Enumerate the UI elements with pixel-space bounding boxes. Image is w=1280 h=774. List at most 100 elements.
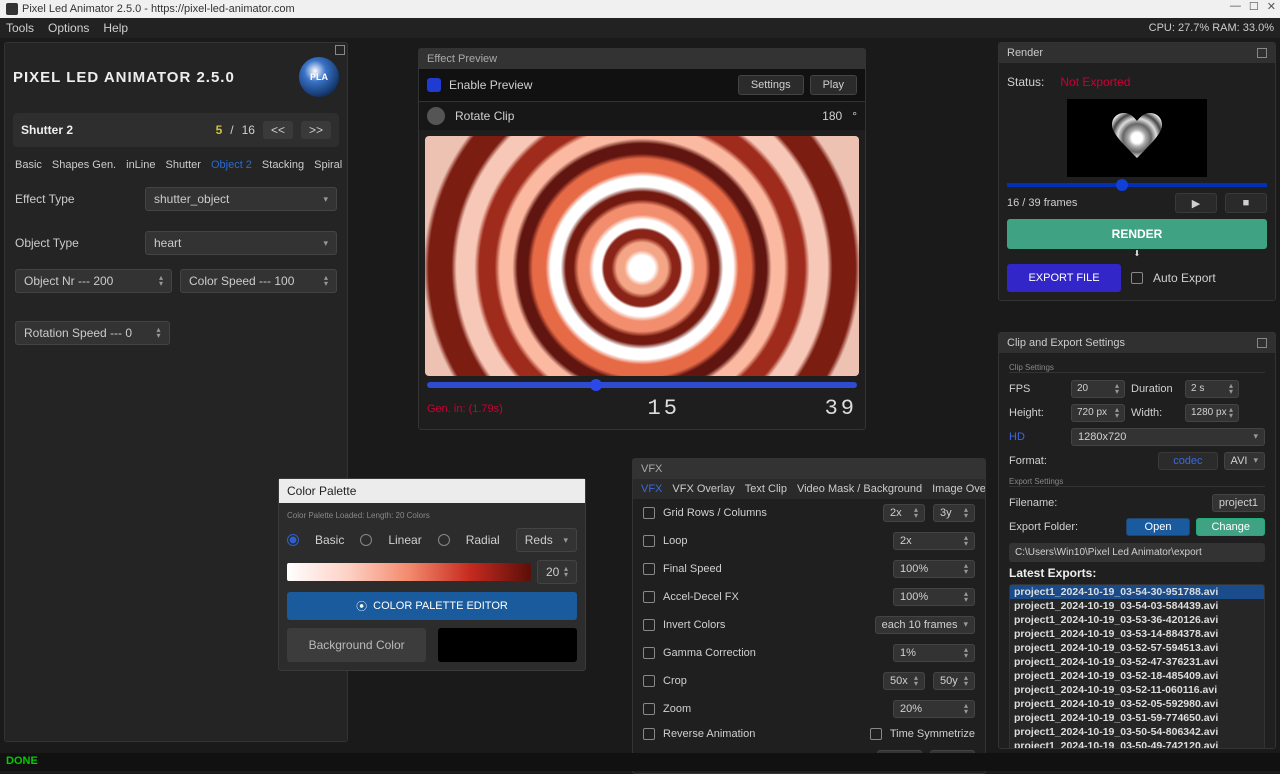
- gamma-checkbox[interactable]: [643, 647, 655, 659]
- crop-x-spinner[interactable]: 50x: [883, 672, 925, 690]
- crop-checkbox[interactable]: [643, 675, 655, 687]
- object-nr-spinner[interactable]: Object Nr --- 200: [15, 269, 172, 293]
- export-item[interactable]: project1_2024-10-19_03-54-03-584439.avi: [1010, 599, 1264, 613]
- color-speed-spinner[interactable]: Color Speed --- 100: [180, 269, 337, 293]
- menu-help[interactable]: Help: [103, 21, 128, 35]
- export-item[interactable]: project1_2024-10-19_03-52-57-594513.avi: [1010, 641, 1264, 655]
- vfx-tab-overlay[interactable]: VFX Overlay: [672, 483, 734, 495]
- render-slider[interactable]: [1007, 183, 1267, 187]
- mode-basic-radio[interactable]: [287, 534, 299, 546]
- tab-shutter[interactable]: Shutter: [165, 159, 200, 171]
- open-folder-button[interactable]: Open: [1126, 518, 1191, 536]
- timesym-checkbox[interactable]: [870, 728, 882, 740]
- fps-spinner[interactable]: 20: [1071, 380, 1125, 398]
- loop-spinner[interactable]: 2x: [893, 532, 975, 550]
- tab-spiral[interactable]: Spiral: [314, 159, 342, 171]
- change-folder-button[interactable]: Change: [1196, 518, 1265, 536]
- next-button[interactable]: >>: [301, 121, 331, 139]
- export-item[interactable]: project1_2024-10-19_03-51-59-774650.avi: [1010, 711, 1264, 725]
- height-spinner[interactable]: 720 px: [1071, 404, 1125, 422]
- export-item[interactable]: project1_2024-10-19_03-52-18-485409.avi: [1010, 669, 1264, 683]
- tab-inline[interactable]: inLine: [126, 159, 155, 171]
- object-type-select[interactable]: heart: [145, 231, 337, 255]
- invert-select[interactable]: each 10 frames: [875, 616, 975, 634]
- export-item[interactable]: project1_2024-10-19_03-54-30-951788.avi: [1010, 585, 1264, 599]
- loop-checkbox[interactable]: [643, 535, 655, 547]
- export-item[interactable]: project1_2024-10-19_03-53-36-420126.avi: [1010, 613, 1264, 627]
- clip-collapse-icon[interactable]: [1257, 338, 1267, 348]
- menu-options[interactable]: Options: [48, 21, 89, 35]
- status-text: DONE: [6, 755, 38, 767]
- preview-timeline[interactable]: [427, 382, 857, 388]
- vfx-panel: VFX VFX VFX Overlay Text Clip Video Mask…: [632, 458, 986, 774]
- vfx-tab-text[interactable]: Text Clip: [745, 483, 787, 495]
- exports-list[interactable]: project1_2024-10-19_03-54-30-951788.avi …: [1009, 584, 1265, 749]
- vfx-tab-mask[interactable]: Video Mask / Background: [797, 483, 922, 495]
- duration-spinner[interactable]: 2 s: [1185, 380, 1239, 398]
- crop-y-spinner[interactable]: 50y: [933, 672, 975, 690]
- palette-count-spinner[interactable]: 20: [537, 560, 577, 584]
- vfx-tab-image[interactable]: Image Overlay: [932, 483, 985, 495]
- accel-checkbox[interactable]: [643, 591, 655, 603]
- effect-type-select[interactable]: shutter_object: [145, 187, 337, 211]
- zoom-spinner[interactable]: 20%: [893, 700, 975, 718]
- tab-shapes[interactable]: Shapes Gen.: [52, 159, 116, 171]
- close-icon[interactable]: ✕: [1267, 0, 1276, 13]
- finalspeed-spinner[interactable]: 100%: [893, 560, 975, 578]
- render-slider-thumb[interactable]: [1116, 179, 1128, 191]
- filename-input[interactable]: project1: [1212, 494, 1265, 512]
- finalspeed-checkbox[interactable]: [643, 563, 655, 575]
- panel-collapse-icon[interactable]: [335, 45, 345, 55]
- background-color-swatch[interactable]: [438, 628, 577, 662]
- width-spinner[interactable]: 1280 px: [1185, 404, 1239, 422]
- app-logo: PLA: [299, 57, 339, 97]
- export-item[interactable]: project1_2024-10-19_03-52-05-592980.avi: [1010, 697, 1264, 711]
- export-item[interactable]: project1_2024-10-19_03-52-11-060116.avi: [1010, 683, 1264, 697]
- mode-radial-radio[interactable]: [438, 534, 450, 546]
- enable-preview-checkbox[interactable]: [427, 78, 441, 92]
- export-item[interactable]: project1_2024-10-19_03-53-14-884378.avi: [1010, 627, 1264, 641]
- gamma-spinner[interactable]: 1%: [893, 644, 975, 662]
- reverse-checkbox[interactable]: [643, 728, 655, 740]
- palette-gradient[interactable]: [287, 563, 531, 581]
- auto-export-checkbox[interactable]: [1131, 272, 1143, 284]
- resolution-select[interactable]: 1280x720: [1071, 428, 1265, 446]
- preview-settings-button[interactable]: Settings: [738, 75, 804, 95]
- accel-spinner[interactable]: 100%: [893, 588, 975, 606]
- palette-preset-select[interactable]: Reds: [516, 528, 577, 552]
- render-preview: [1067, 99, 1207, 177]
- rotation-speed-spinner[interactable]: Rotation Speed --- 0: [15, 321, 170, 345]
- tab-stacking[interactable]: Stacking: [262, 159, 304, 171]
- page-total: 16: [242, 123, 255, 137]
- invert-checkbox[interactable]: [643, 619, 655, 631]
- rotate-dial-icon[interactable]: [427, 107, 445, 125]
- palette-icon: ⦿: [356, 598, 367, 614]
- minimize-icon[interactable]: —: [1230, 0, 1241, 13]
- tab-basic[interactable]: Basic: [15, 159, 42, 171]
- palette-editor-button[interactable]: ⦿ COLOR PALETTE EDITOR: [287, 592, 577, 620]
- render-stop-button[interactable]: ■: [1225, 193, 1267, 213]
- grid-checkbox[interactable]: [643, 507, 655, 519]
- export-item[interactable]: project1_2024-10-19_03-52-47-376231.avi: [1010, 655, 1264, 669]
- zoom-checkbox[interactable]: [643, 703, 655, 715]
- timeline-thumb[interactable]: [590, 379, 602, 391]
- export-file-button[interactable]: EXPORT FILE: [1007, 264, 1121, 292]
- status-bar: DONE: [0, 753, 1280, 771]
- tab-object2[interactable]: Object 2: [211, 159, 252, 171]
- render-play-button[interactable]: ▶: [1175, 193, 1217, 213]
- format-select[interactable]: AVI: [1224, 452, 1265, 470]
- background-color-button[interactable]: Background Color: [287, 628, 426, 662]
- grid-x-spinner[interactable]: 2x: [883, 504, 925, 522]
- export-item[interactable]: project1_2024-10-19_03-50-54-806342.avi: [1010, 725, 1264, 739]
- export-item[interactable]: project1_2024-10-19_03-50-49-742120.avi: [1010, 739, 1264, 749]
- render-button[interactable]: RENDER: [1007, 219, 1267, 249]
- preview-play-button[interactable]: Play: [810, 75, 857, 95]
- render-collapse-icon[interactable]: [1257, 48, 1267, 58]
- menu-tools[interactable]: Tools: [6, 21, 34, 35]
- vfx-tab-vfx[interactable]: VFX: [641, 483, 662, 495]
- grid-y-spinner[interactable]: 3y: [933, 504, 975, 522]
- mode-linear-radio[interactable]: [360, 534, 372, 546]
- prev-button[interactable]: <<: [263, 121, 293, 139]
- codec-button[interactable]: codec: [1158, 452, 1217, 470]
- maximize-icon[interactable]: ☐: [1249, 0, 1259, 13]
